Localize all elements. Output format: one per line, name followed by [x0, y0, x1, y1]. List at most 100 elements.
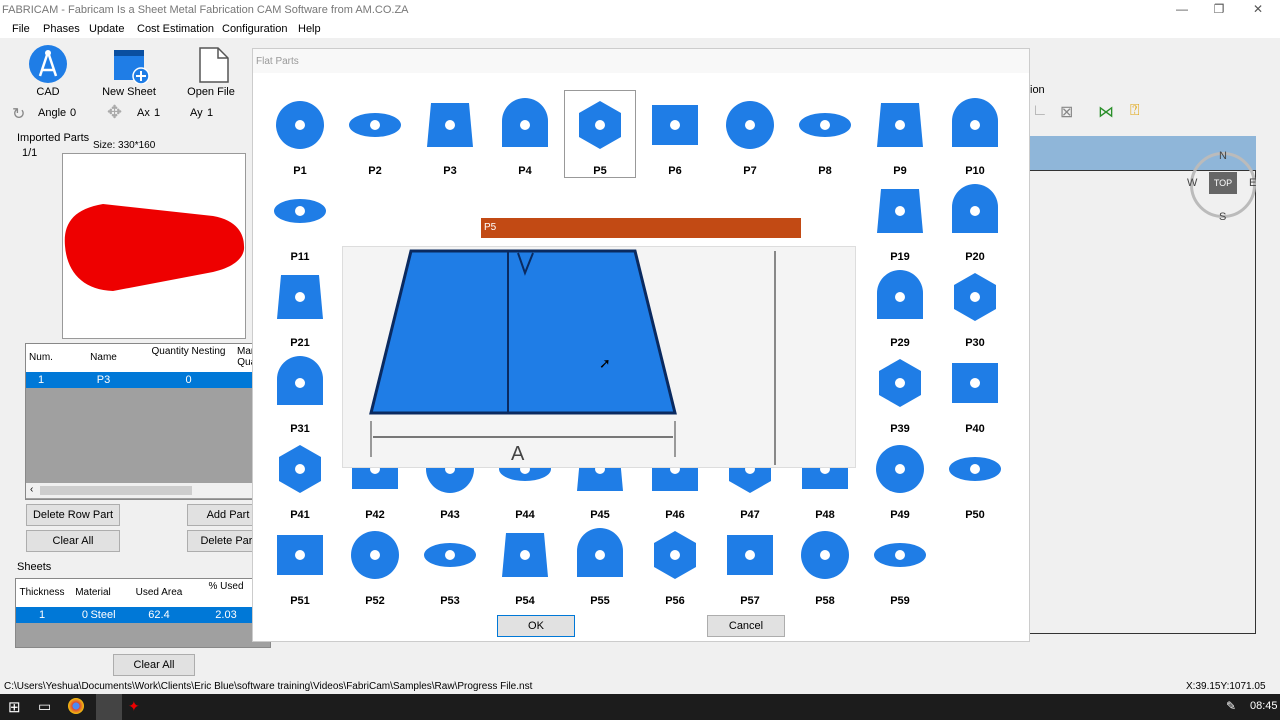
menu-help[interactable]: Help — [298, 23, 321, 35]
part-label: P21 — [290, 337, 310, 349]
part-tile-p53[interactable]: P53 — [415, 521, 485, 607]
menu-cost-estimation[interactable]: Cost Estimation — [137, 23, 214, 35]
windows-start-icon[interactable]: ⊞ — [8, 698, 21, 716]
part-label: P57 — [740, 595, 760, 607]
sheet-material[interactable]: Steel — [88, 607, 118, 623]
part-tile-p9[interactable]: P9 — [865, 91, 935, 177]
row-qty[interactable]: 0 — [151, 372, 226, 388]
part-shape-icon — [877, 270, 923, 319]
part-tile-p31[interactable]: P31 — [265, 349, 335, 435]
row-num[interactable]: 1 — [26, 372, 56, 388]
part-tile-p21[interactable]: P21 — [265, 263, 335, 349]
part-tile-p59[interactable]: P59 — [865, 521, 935, 607]
part-shape-icon — [727, 535, 773, 575]
part-tile-p30[interactable]: P30 — [940, 263, 1010, 349]
part-label: P5 — [593, 165, 607, 177]
box-x-icon[interactable]: ⊠ — [1060, 102, 1073, 122]
rotate-icon[interactable]: ↻ — [12, 104, 25, 124]
part-shape-icon — [274, 199, 326, 223]
task-view-icon[interactable]: ▭ — [38, 698, 51, 715]
sheet-area[interactable] — [1028, 170, 1256, 634]
close-button[interactable]: ✕ — [1248, 2, 1268, 18]
scroll-left-icon[interactable]: ‹ — [30, 484, 33, 495]
part-tile-p50[interactable]: P50 — [940, 435, 1010, 521]
part-label: P44 — [515, 509, 535, 521]
part-shape-icon — [799, 113, 851, 137]
preview-title-bar: P5 — [481, 218, 801, 238]
part-tile-p40[interactable]: P40 — [940, 349, 1010, 435]
delete-row-part-button[interactable]: Delete Row Part — [26, 504, 120, 526]
part-tile-p29[interactable]: P29 — [865, 263, 935, 349]
part-tile-p49[interactable]: P49 — [865, 435, 935, 521]
ay-input[interactable]: 1 — [207, 107, 213, 119]
sheet-thickness[interactable]: 1 — [16, 607, 68, 623]
clear-all-parts-button[interactable]: Clear All — [26, 530, 120, 552]
part-tile-p19[interactable]: P19 — [865, 177, 935, 263]
sheets-title: Sheets — [17, 561, 52, 573]
part-tile-p8[interactable]: P8 — [790, 91, 860, 177]
fabricam-task-icon[interactable] — [96, 694, 122, 720]
ax-input[interactable]: 1 — [154, 107, 160, 119]
part-shape-icon — [654, 531, 696, 579]
part-tile-p54[interactable]: P54 — [490, 521, 560, 607]
cancel-button[interactable]: Cancel — [707, 615, 785, 637]
app-task-icon[interactable]: ✦ — [128, 698, 140, 715]
chrome-icon[interactable] — [68, 698, 84, 714]
col-thickness: Thickness — [16, 579, 69, 607]
split-lines-icon[interactable]: ⋈ — [1098, 102, 1114, 122]
part-tile-p41[interactable]: P41 — [265, 435, 335, 521]
part-tile-p55[interactable]: P55 — [565, 521, 635, 607]
view-top-face[interactable]: TOP — [1209, 172, 1237, 194]
part-tile-p52[interactable]: P52 — [340, 521, 410, 607]
col-material: Material — [68, 579, 119, 607]
part-label: P1 — [293, 165, 307, 177]
part-tile-p5[interactable]: P5 — [564, 90, 636, 178]
row-name[interactable]: P3 — [56, 372, 151, 388]
corner-tool-icon[interactable]: ∟ — [1032, 102, 1048, 120]
part-tile-p4[interactable]: P4 — [490, 91, 560, 177]
sheet-used-area[interactable]: 62.4 — [118, 607, 200, 623]
part-label: P29 — [890, 337, 910, 349]
part-tile-p2[interactable]: P2 — [340, 91, 410, 177]
sheet-percent-used[interactable]: 2.03 — [200, 607, 252, 623]
part-tile-p1[interactable]: P1 — [265, 91, 335, 177]
horizontal-scrollbar[interactable]: ‹ — [26, 483, 273, 498]
part-tile-p51[interactable]: P51 — [265, 521, 335, 607]
view-cube[interactable]: N S E W TOP — [1187, 150, 1256, 223]
part-tile-p3[interactable]: P3 — [415, 91, 485, 177]
part-tile-p56[interactable]: P56 — [640, 521, 710, 607]
part-size: Size: 330*160 — [93, 140, 156, 151]
minimize-button[interactable]: — — [1172, 2, 1192, 18]
part-tile-p57[interactable]: P57 — [715, 521, 785, 607]
new-sheet-icon — [114, 50, 150, 84]
menu-update[interactable]: Update — [89, 23, 124, 35]
part-shape-icon — [801, 531, 849, 579]
move-icon[interactable]: ✥ — [107, 102, 122, 123]
part-tile-p20[interactable]: P20 — [940, 177, 1010, 263]
angle-input[interactable]: 0 — [70, 107, 76, 119]
menu-phases[interactable]: Phases — [43, 23, 80, 35]
compass-south: S — [1219, 211, 1227, 223]
col-name: Name — [56, 344, 152, 372]
part-label: P8 — [818, 165, 832, 177]
part-tile-p6[interactable]: P6 — [640, 91, 710, 177]
taskbar: ⊞ ▭ ✦ ✎ 08:45 — [0, 694, 1280, 720]
part-tile-p11[interactable]: P11 — [265, 177, 335, 263]
sheet-material-id[interactable]: 0 — [68, 607, 88, 623]
part-tile-p10[interactable]: P10 — [940, 91, 1010, 177]
ok-button[interactable]: OK — [497, 615, 575, 637]
pen-icon[interactable]: ✎ — [1226, 699, 1236, 713]
menu-file[interactable]: File — [12, 23, 30, 35]
measure-help-icon[interactable]: ⍰ — [1130, 102, 1140, 120]
part-shape-icon — [502, 533, 548, 577]
part-tile-p39[interactable]: P39 — [865, 349, 935, 435]
part-tile-p58[interactable]: P58 — [790, 521, 860, 607]
nesting-viewport[interactable]: N S E W TOP — [1028, 136, 1256, 634]
part-shape-icon — [349, 113, 401, 137]
menu-configuration[interactable]: Configuration — [222, 23, 287, 35]
maximize-button[interactable]: ❐ — [1209, 2, 1229, 18]
clear-all-sheets-button[interactable]: Clear All — [113, 654, 195, 676]
scroll-thumb[interactable] — [40, 486, 192, 495]
part-label: P54 — [515, 595, 535, 607]
part-tile-p7[interactable]: P7 — [715, 91, 785, 177]
